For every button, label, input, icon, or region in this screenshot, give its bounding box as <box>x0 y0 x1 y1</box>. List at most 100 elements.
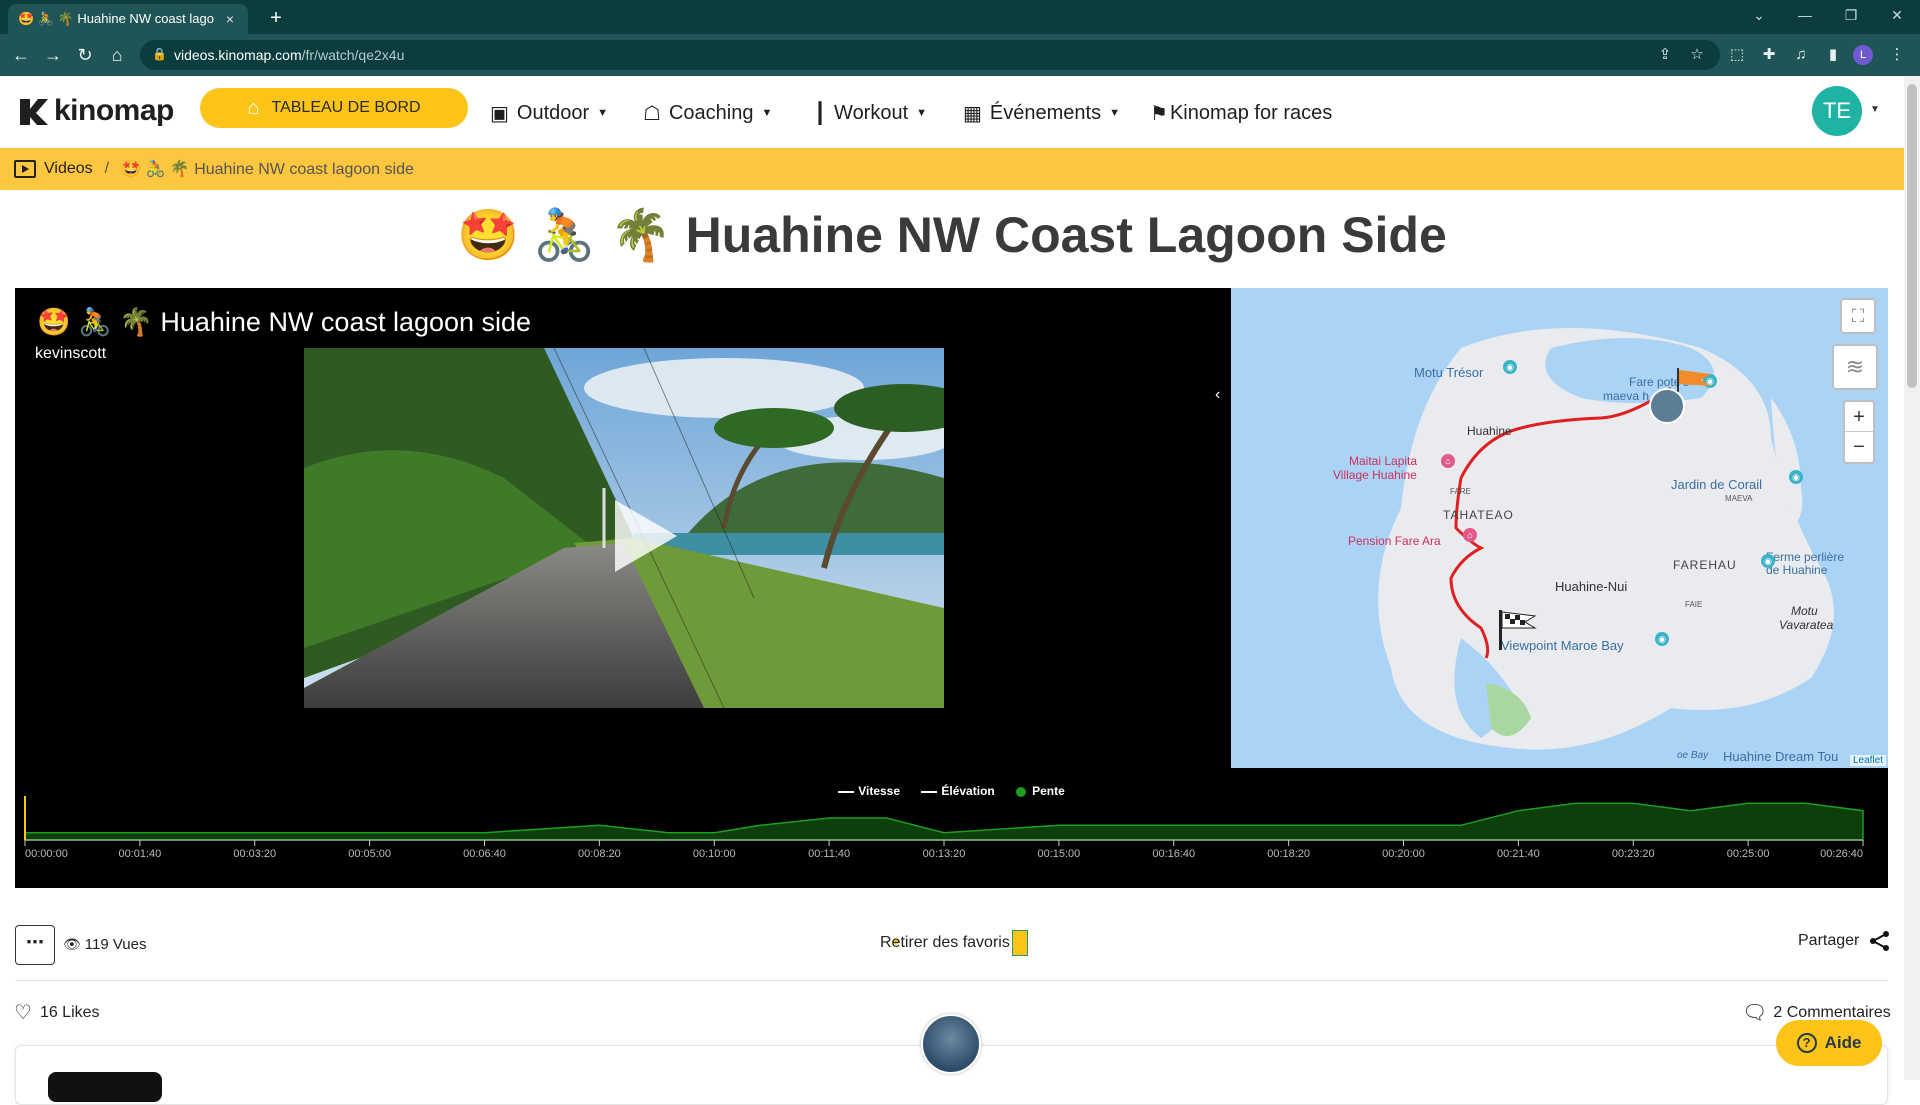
x-tick-label: 00:03:20 <box>233 848 276 860</box>
poi-marker-icon[interactable]: ◉ <box>1761 554 1775 568</box>
map-label: Huahine <box>1467 424 1512 438</box>
fullscreen-icon: ⛶ <box>1851 306 1865 326</box>
share-icon <box>1870 931 1890 951</box>
hotel-marker-icon[interactable]: ⌂ <box>1441 454 1455 468</box>
bookmark-star-icon[interactable]: ☆ <box>1684 42 1710 68</box>
x-tick-label: 00:10:00 <box>693 848 736 860</box>
kinomap-logo[interactable]: kinomap <box>18 94 174 128</box>
slope-area <box>24 802 1864 841</box>
x-tick-label: 00:20:00 <box>1382 848 1425 860</box>
map-attribution[interactable]: Leaflet <box>1849 755 1886 766</box>
player-author[interactable]: kevinscott <box>35 345 106 363</box>
brand-wordmark: kinomap <box>54 94 174 127</box>
poi-marker-icon[interactable]: ◉ <box>1655 632 1669 646</box>
url-host: videos.kinomap.com <box>174 47 302 63</box>
remove-favorite-button[interactable]: Retirer des favoris <box>880 930 1028 956</box>
breadcrumb-videos-link[interactable]: Videos <box>44 160 93 178</box>
help-button[interactable]: ? Aide <box>1776 1020 1882 1066</box>
map-label: Village Huahine <box>1333 468 1417 482</box>
x-tick-label: 00:18:20 <box>1267 848 1310 860</box>
nav-workout[interactable]: ┃ Workout ▼ <box>814 98 927 128</box>
fullscreen-button[interactable]: ⛶ <box>1840 298 1876 334</box>
author-avatar[interactable] <box>921 1014 981 1074</box>
close-window-icon[interactable]: ✕ <box>1874 0 1920 34</box>
page-title: 🤩 🚴 🌴 Huahine NW Coast Lagoon Side <box>457 207 1447 263</box>
more-options-button[interactable]: ⋯ <box>15 925 55 965</box>
likes-label: 16 Likes <box>39 1003 100 1021</box>
poi-marker-icon[interactable]: ◉ <box>1789 470 1803 484</box>
eye-icon: 👁 <box>63 936 81 952</box>
profile-avatar[interactable]: L <box>1853 45 1873 65</box>
map-label: maeva h <box>1603 389 1650 403</box>
x-tick-label: 00:05:00 <box>348 848 391 860</box>
reload-icon[interactable]: ↻ <box>72 42 98 68</box>
profile-chart[interactable]: Vitesse Élévation Pente 00:00:00 00:01:40… <box>15 768 1888 888</box>
site-header: kinomap ⌂ TABLEAU DE BORD ▣ Outdoor ▼ ☖ … <box>0 76 1904 148</box>
sidebar-icon[interactable]: ▮ <box>1820 42 1846 68</box>
nav-coaching[interactable]: ☖ Coaching ▼ <box>643 98 772 128</box>
scrollbar-thumb[interactable] <box>1907 84 1917 388</box>
nav-races[interactable]: ⚑ Kinomap for races <box>1150 98 1332 128</box>
nav-events[interactable]: ▦ Événements ▼ <box>963 98 1120 128</box>
author-badge <box>48 1072 162 1102</box>
chevron-left-icon[interactable]: ‹ <box>1215 386 1220 404</box>
map-label: de Huahine <box>1766 563 1828 577</box>
nav-outdoor[interactable]: ▣ Outdoor ▼ <box>490 98 608 128</box>
comments-label: 2 Commentaires <box>1773 1003 1891 1021</box>
restore-icon[interactable]: ❐ <box>1828 0 1874 34</box>
map-label: Jardin de Corail <box>1671 477 1763 492</box>
zoom-out-button[interactable]: − <box>1845 432 1873 462</box>
tab-search-icon[interactable]: ⌄ <box>1736 0 1782 34</box>
back-icon[interactable]: ← <box>8 42 34 68</box>
x-tick-label: 00:08:20 <box>578 848 621 860</box>
dashboard-button[interactable]: ⌂ TABLEAU DE BORD <box>200 88 468 128</box>
kinomap-logo-icon <box>20 99 48 125</box>
finish-flag-icon <box>1499 610 1537 650</box>
zoom-in-button[interactable]: + <box>1845 402 1873 432</box>
puzzle-icon[interactable]: ✚ <box>1756 42 1782 68</box>
layers-button[interactable]: ≋ <box>1832 344 1878 390</box>
url-field[interactable]: 🔒 videos.kinomap.com/fr/watch/qe2x4u <box>140 40 1720 70</box>
map-label: FAREHAU <box>1673 558 1737 572</box>
minimize-icon[interactable]: — <box>1782 0 1828 34</box>
more-menu-icon[interactable]: ⋮ <box>1884 42 1910 68</box>
layers-icon: ≋ <box>1845 354 1865 379</box>
bar-chart-icon: ┃ <box>814 102 827 125</box>
like-button[interactable]: ♡ 16 Likes <box>14 1000 100 1025</box>
nav-outdoor-label: Outdoor <box>516 101 590 124</box>
bookmark-icon <box>1011 930 1028 956</box>
share-button[interactable]: Partager <box>1798 930 1891 952</box>
breadcrumb-separator: / <box>104 160 110 177</box>
slope-chart-svg: 00:00:00 00:01:40 00:03:20 00:05:00 00:06:40… <box>24 796 1864 860</box>
video-icon: ▣ <box>490 102 509 125</box>
hotel-marker-icon[interactable]: ⌂ <box>1463 528 1477 542</box>
browser-tab[interactable]: ✦ 🤩 🚴 🌴 Huahine NW coast lago × <box>8 4 902 950</box>
help-label: Aide <box>1824 1033 1862 1052</box>
nav-workout-label: Workout <box>834 101 909 124</box>
caret-down-icon[interactable]: ▼ <box>1870 104 1880 115</box>
breadcrumb: Videos / 🤩 🚴 🌴 Huahine NW coast lagoon s… <box>0 148 1904 190</box>
page-scrollbar[interactable] <box>1904 76 1920 1080</box>
media-icon[interactable]: ♫ <box>1788 42 1814 68</box>
caret-down-icon: ▼ <box>761 107 773 119</box>
forward-icon[interactable]: → <box>40 42 66 68</box>
home-icon[interactable]: ⌂ <box>104 42 130 68</box>
new-tab-button[interactable]: + <box>262 4 290 32</box>
map-label: Huahine Dream Tou <box>1723 749 1839 764</box>
extension-icon[interactable]: ⬚ <box>1724 42 1750 68</box>
tab-close-icon[interactable]: × <box>222 11 238 27</box>
map-label: FAIE <box>1685 600 1703 609</box>
poi-marker-icon[interactable]: ◉ <box>1503 360 1517 374</box>
play-icon[interactable] <box>615 500 677 572</box>
map-canvas <box>1378 328 1834 750</box>
share-page-icon[interactable]: ⇪ <box>1652 42 1678 68</box>
user-avatar[interactable]: TE <box>1812 86 1862 136</box>
map-label: Pension Fare Ara <box>1348 534 1441 548</box>
question-icon: ? <box>1796 1033 1817 1053</box>
map-label: MAEVA <box>1725 494 1753 503</box>
caret-down-icon: ▼ <box>1109 107 1120 119</box>
lock-icon: 🔒 <box>152 47 167 61</box>
route-map[interactable]: Motu Trésor Fare pote'e maeva h ge Huahi… <box>1231 288 1888 768</box>
browser-tabstrip: ✦ 🤩 🚴 🌴 Huahine NW coast lago × + ⌄ — ❐ … <box>0 0 1920 950</box>
x-tick-label: 00:25:00 <box>1727 848 1770 860</box>
